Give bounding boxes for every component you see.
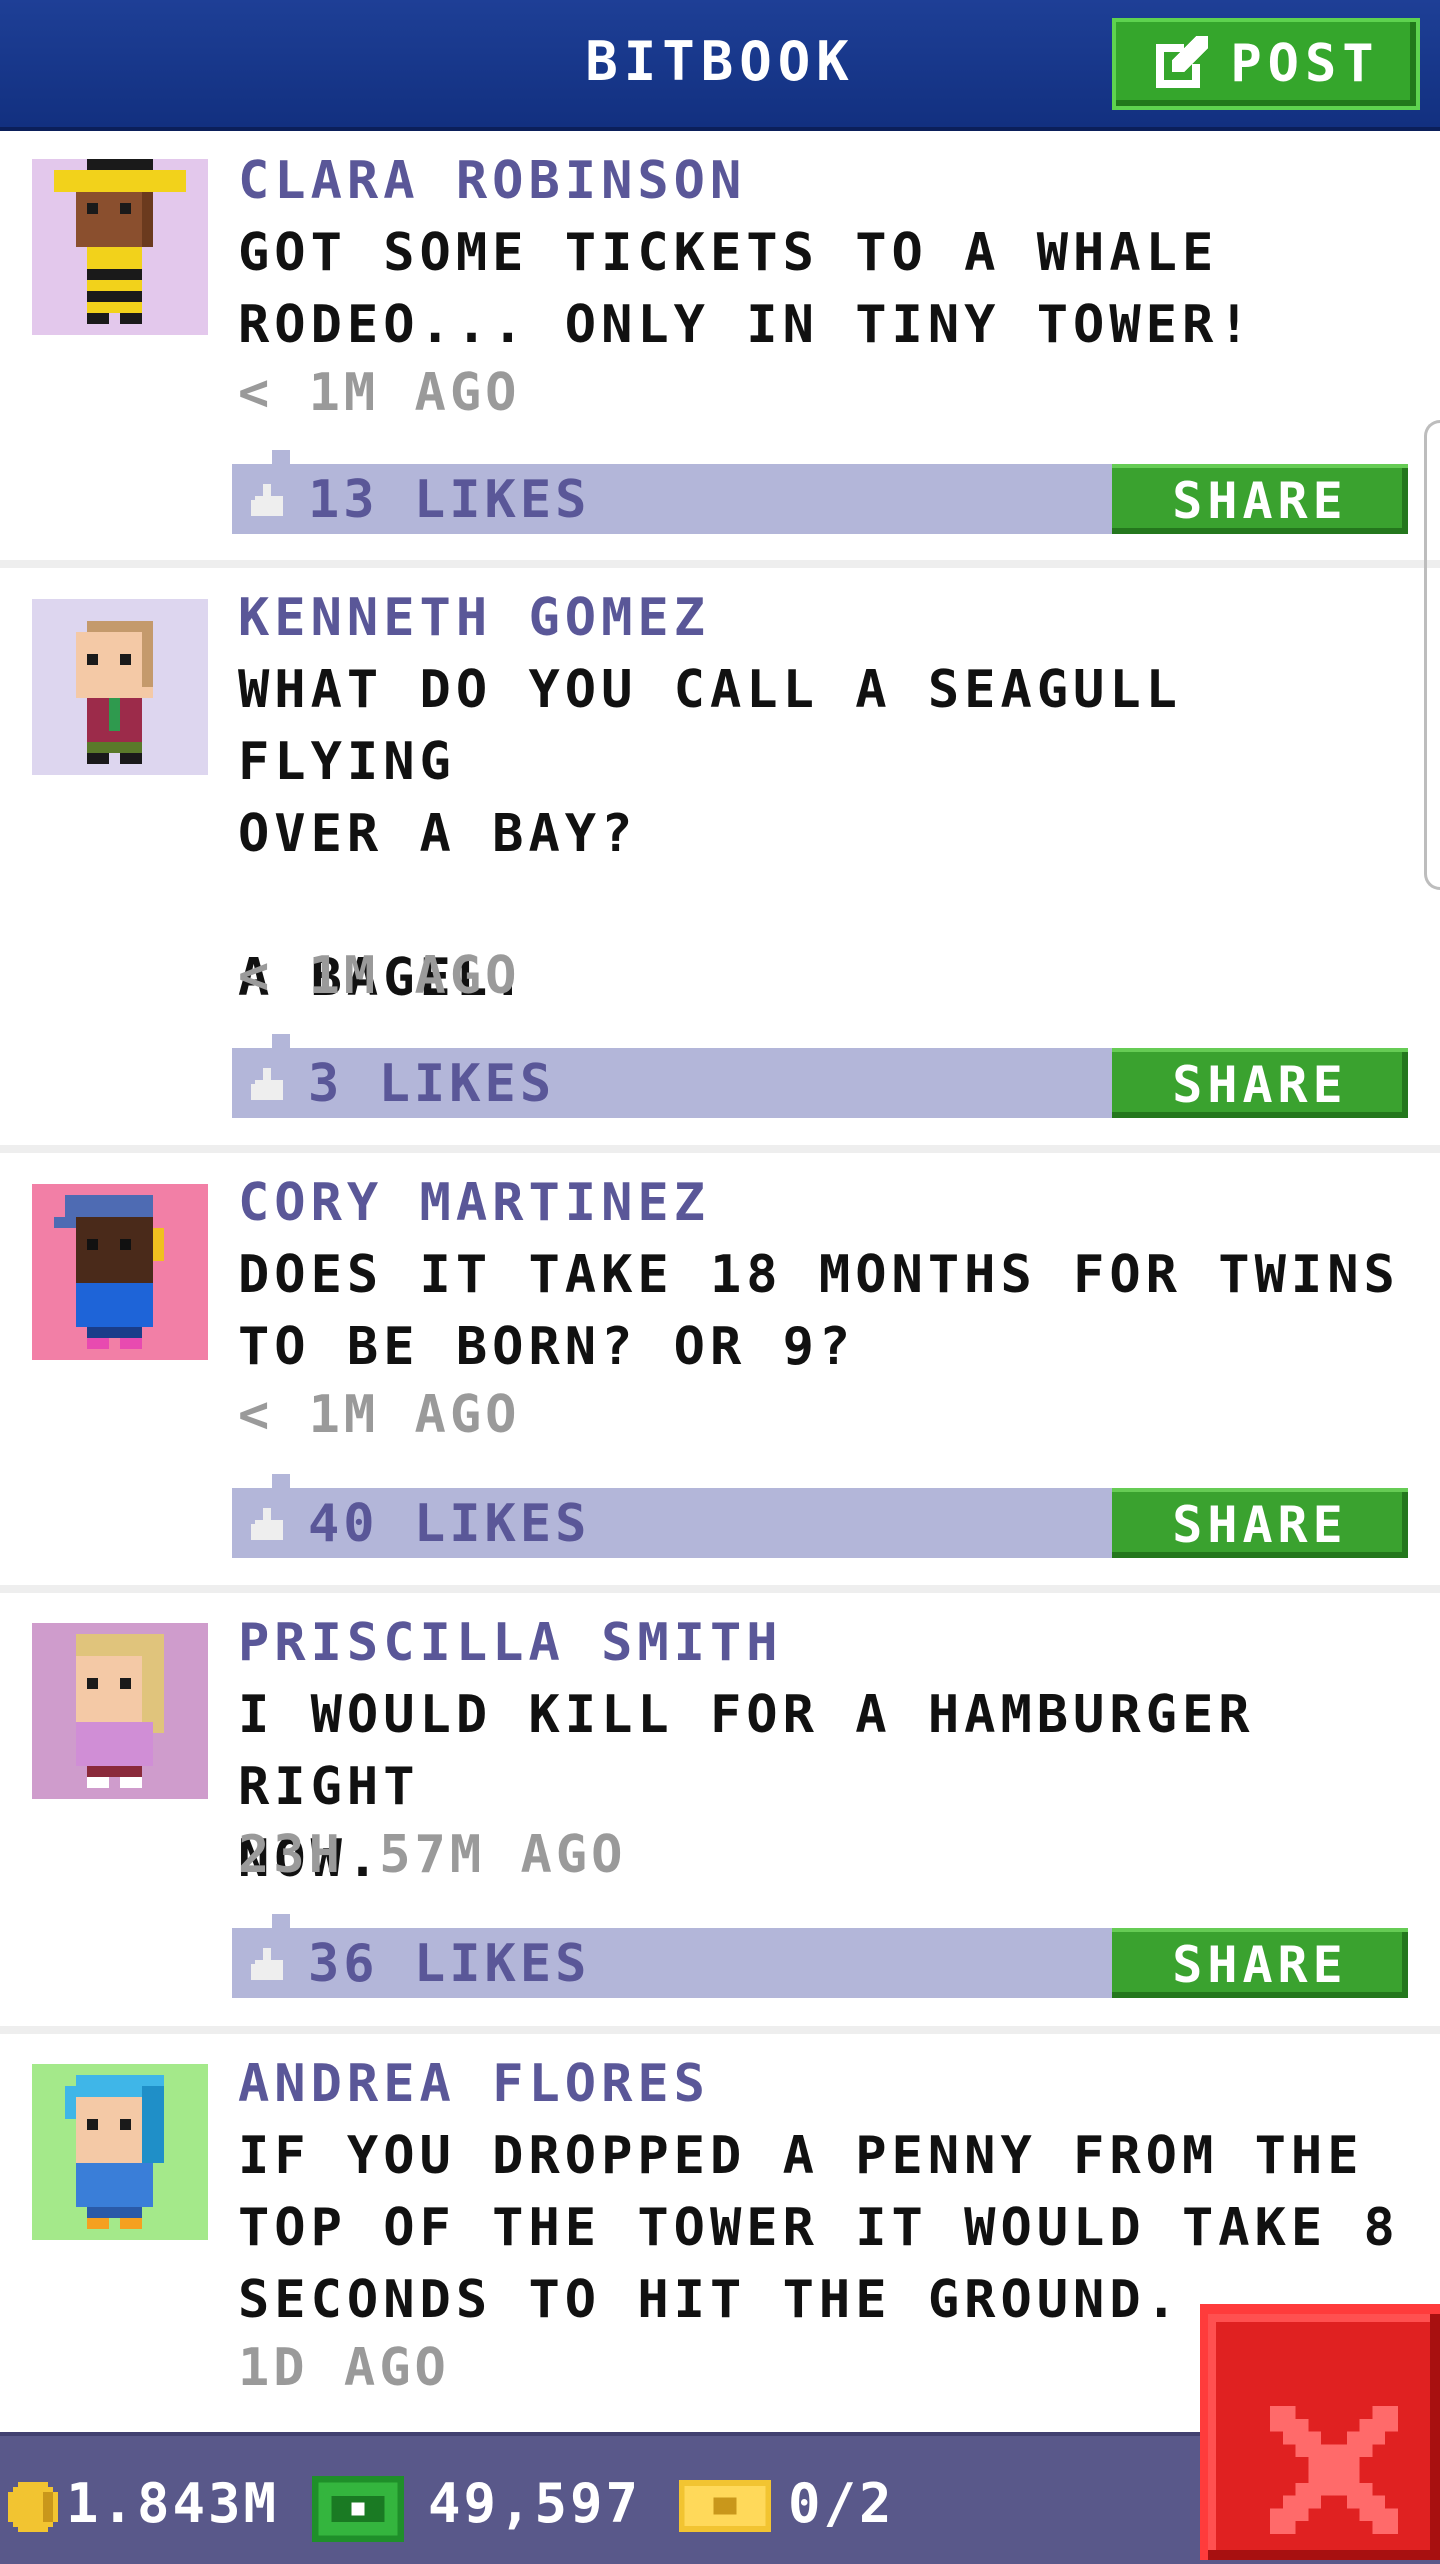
post-time: 1D AGO xyxy=(238,2338,450,2398)
post-author[interactable]: PRISCILLA SMITH xyxy=(238,1613,783,1673)
share-button[interactable]: SHARE xyxy=(1112,1488,1408,1558)
post-author[interactable]: CLARA ROBINSON xyxy=(238,151,746,211)
feed-post: PRISCILLA SMITH I WOULD KILL FOR A HAMBU… xyxy=(0,1593,1440,2034)
post-author[interactable]: CORY MARTINEZ xyxy=(238,1173,710,1233)
bitizen-avatar-kenneth xyxy=(32,599,208,775)
bitizen-avatar-andrea xyxy=(32,2064,208,2240)
close-icon xyxy=(1270,2406,1398,2534)
bux-icon xyxy=(312,2476,404,2542)
post-author[interactable]: ANDREA FLORES xyxy=(238,2054,710,2114)
share-button[interactable]: SHARE xyxy=(1112,1928,1408,1998)
likes-bar: 3 LIKES SHARE xyxy=(232,1034,1408,1118)
avatar xyxy=(32,599,208,775)
post-message: DOES IT TAKE 18 MONTHS FOR TWINS TO BE B… xyxy=(238,1245,1400,1377)
share-button[interactable]: SHARE xyxy=(1112,464,1408,534)
bitizen-avatar-priscilla xyxy=(32,1623,208,1799)
likes-count: 40 LIKES xyxy=(308,1494,591,1554)
likes-bar: 36 LIKES SHARE xyxy=(232,1914,1408,1998)
post-message: GOT SOME TICKETS TO A WHALE RODEO... ONL… xyxy=(238,223,1255,355)
likes-bar: 40 LIKES SHARE xyxy=(232,1474,1408,1558)
scrollbar[interactable] xyxy=(1424,420,1440,890)
feed-post: KENNETH GOMEZ WHAT DO YOU CALL A SEAGULL… xyxy=(0,568,1440,1153)
post-time: < 1M AGO xyxy=(238,1385,521,1445)
like-icon[interactable] xyxy=(250,1068,284,1100)
share-button[interactable]: SHARE xyxy=(1112,1048,1408,1118)
avatar xyxy=(32,1623,208,1799)
bitizen-avatar-clara xyxy=(32,159,208,335)
post-button-label: POST xyxy=(1230,34,1380,94)
ticket-count: 0/2 xyxy=(788,2472,895,2535)
bitizen-avatar-cory xyxy=(32,1184,208,1360)
post-time: 23H 57M AGO xyxy=(238,1825,627,1885)
compose-icon xyxy=(1156,36,1209,88)
close-button[interactable] xyxy=(1200,2304,1440,2560)
post-button[interactable]: POST xyxy=(1112,18,1420,110)
app-header: BITBOOK POST xyxy=(0,0,1440,131)
feed-post: CORY MARTINEZ DOES IT TAKE 18 MONTHS FOR… xyxy=(0,1153,1440,1593)
post-time: < 1M AGO xyxy=(238,946,521,1006)
like-icon[interactable] xyxy=(250,1508,284,1540)
feed-post: CLARA ROBINSON GOT SOME TICKETS TO A WHA… xyxy=(0,131,1440,568)
likes-count: 36 LIKES xyxy=(308,1934,591,1994)
coin-icon xyxy=(8,2482,58,2532)
avatar xyxy=(32,1184,208,1360)
post-time: < 1M AGO xyxy=(238,363,521,423)
likes-bar: 13 LIKES SHARE xyxy=(232,450,1408,534)
avatar xyxy=(32,159,208,335)
post-author[interactable]: KENNETH GOMEZ xyxy=(238,588,710,648)
like-icon[interactable] xyxy=(250,484,284,516)
bux-balance: 49,597 xyxy=(428,2472,642,2535)
like-icon[interactable] xyxy=(250,1948,284,1980)
likes-count: 3 LIKES xyxy=(308,1054,556,1114)
golden-ticket-icon xyxy=(678,2480,772,2532)
likes-count: 13 LIKES xyxy=(308,470,591,530)
coin-balance: 1.843M xyxy=(66,2472,280,2535)
avatar xyxy=(32,2064,208,2240)
